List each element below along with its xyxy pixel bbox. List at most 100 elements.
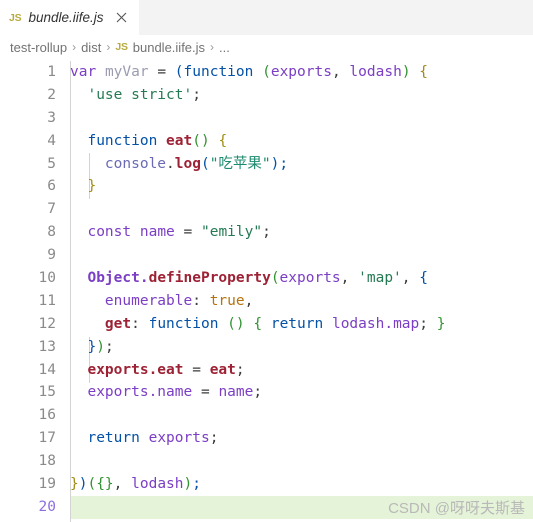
code-line-content: 'use strict'; xyxy=(56,84,533,107)
line-number: 7 xyxy=(47,201,56,218)
code-line: 1 var myVar = (function (exports, lodash… xyxy=(0,61,533,84)
token-comma: , xyxy=(331,64,350,80)
token-comma: , xyxy=(113,476,132,493)
code-line-content: } xyxy=(56,175,533,198)
code-line: 4 function eat() { xyxy=(0,130,533,153)
code-line: 11 enumerable: true, xyxy=(0,290,533,313)
token-object-Object: Object xyxy=(87,270,140,287)
token-member-lodash-map: lodash.map xyxy=(331,315,420,332)
token-keyword-const: const xyxy=(87,224,132,241)
code-lines: 1 var myVar = (function (exports, lodash… xyxy=(0,59,533,519)
breadcrumb-item-bundle-iife-js[interactable]: bundle.iife.js xyxy=(133,40,205,55)
token-brace-close: } xyxy=(87,338,97,355)
token-function-name-eat: eat xyxy=(166,132,193,149)
js-file-icon: JS xyxy=(115,41,128,53)
code-line: 3 xyxy=(0,107,533,130)
token-paren-open: ( xyxy=(174,64,184,80)
token-paren-open-params: ( xyxy=(262,64,271,80)
code-line-content: console.log("吃苹果"); xyxy=(56,153,533,176)
code-line-content: exports.eat = eat; xyxy=(56,359,533,382)
line-number: 15 xyxy=(38,384,56,401)
breadcrumb-item-dist[interactable]: dist xyxy=(81,40,101,55)
line-number: 9 xyxy=(47,247,56,264)
line-number: 4 xyxy=(47,132,56,149)
code-line-content: var myVar = (function (exports, lodash) … xyxy=(56,61,533,84)
token-parens: () xyxy=(227,315,245,332)
token-comma: , xyxy=(401,270,420,287)
token-semicolon: ; xyxy=(253,384,263,401)
token-string-map: 'map' xyxy=(358,270,402,287)
line-number: 3 xyxy=(47,109,56,126)
close-icon[interactable] xyxy=(114,10,130,26)
line-number: 18 xyxy=(38,453,56,470)
line-number: 6 xyxy=(47,178,56,195)
code-line: 12 get: function () { return lodash.map;… xyxy=(0,313,533,336)
line-number: 2 xyxy=(47,86,56,103)
editor-tab-bundle-iife-js[interactable]: JS bundle.iife.js xyxy=(0,0,140,35)
code-line-content: return exports; xyxy=(56,427,533,450)
line-number: 14 xyxy=(38,361,56,378)
code-line: 19 })({}, lodash); xyxy=(0,473,533,496)
breadcrumb: test-rollup › dist › JS bundle.iife.js ›… xyxy=(0,35,533,59)
token-keyword-var: var xyxy=(70,64,97,80)
token-colon: : xyxy=(131,315,140,332)
line-number: 13 xyxy=(38,338,56,355)
line-number: 11 xyxy=(38,292,56,309)
code-editor[interactable]: 1 var myVar = (function (exports, lodash… xyxy=(0,59,533,522)
line-number: 12 xyxy=(38,315,56,332)
token-comma: , xyxy=(340,270,359,287)
token-dot: . xyxy=(166,155,175,172)
code-line: 2 'use strict'; xyxy=(0,84,533,107)
code-line: 14 exports.eat = eat; xyxy=(0,359,533,382)
token-semicolon: ; xyxy=(235,361,245,378)
code-line-content: Object.defineProperty(exports, 'map', { xyxy=(56,267,533,290)
breadcrumb-item-more[interactable]: ... xyxy=(219,40,230,55)
code-line: 9 xyxy=(0,244,533,267)
chevron-right-icon: › xyxy=(210,40,215,54)
token-accessor-get: get xyxy=(104,315,132,332)
token-param-exports: exports xyxy=(270,64,332,80)
token-keyword-return: return xyxy=(87,430,140,447)
token-paren-open: ( xyxy=(270,270,280,287)
token-parens: () xyxy=(192,132,210,149)
code-line-content: enumerable: true, xyxy=(56,290,533,313)
token-brace-open: { xyxy=(419,270,428,287)
line-number: 19 xyxy=(38,476,56,493)
token-operator-assign: = xyxy=(200,384,210,401)
token-keyword-function: function xyxy=(183,64,254,80)
token-identifier-name: name xyxy=(218,384,254,401)
token-semicolon: ; xyxy=(209,430,219,447)
token-brace-open: { xyxy=(218,132,228,149)
token-string-use-strict: 'use strict' xyxy=(87,86,193,103)
code-line: 10 Object.defineProperty(exports, 'map',… xyxy=(0,267,533,290)
code-line-content: })({}, lodash); xyxy=(56,473,533,496)
token-paren-open: ( xyxy=(200,155,210,172)
code-line: 5 console.log("吃苹果"); xyxy=(0,153,533,176)
breadcrumb-item-test-rollup[interactable]: test-rollup xyxy=(10,40,67,55)
token-semicolon: ; xyxy=(262,224,271,241)
js-file-icon: JS xyxy=(9,11,22,24)
token-keyword-return: return xyxy=(270,315,324,332)
code-line: 17 return exports; xyxy=(0,427,533,450)
token-paren-close: ) xyxy=(183,476,193,493)
